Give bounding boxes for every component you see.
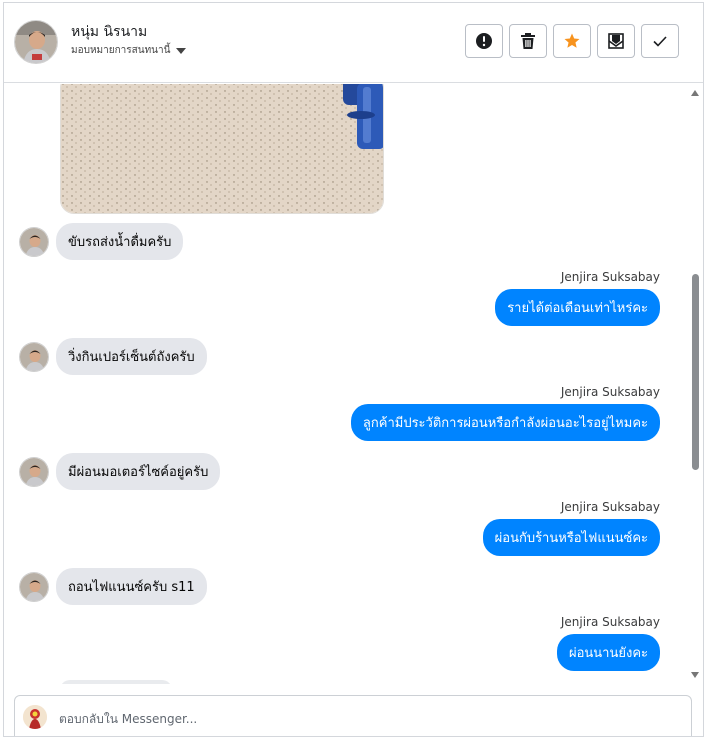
message-thread[interactable]: ขับรถส่งน้ำดื่มครับ Jenjira Suksabay ราย… bbox=[4, 84, 686, 684]
contact-avatar-small bbox=[19, 571, 49, 602]
sender-name: Jenjira Suksabay bbox=[560, 500, 660, 514]
message-bubble[interactable]: ผ่อนกับร้านหรือไฟแนนซ์คะ bbox=[482, 519, 660, 556]
scrollbar-thumb[interactable] bbox=[692, 274, 699, 470]
message-row-incoming: วิ่งกินเปอร์เซ็นต์ถังครับ bbox=[19, 338, 207, 375]
message-bubble[interactable]: ผ่อนนานยังคะ bbox=[556, 634, 660, 671]
assign-label: มอบหมายการสนทนานี้ bbox=[71, 45, 171, 56]
message-row-incoming: ขับรถส่งน้ำดื่มครับ bbox=[19, 223, 184, 260]
message-bubble[interactable]: ขับรถส่งน้ำดื่มครับ bbox=[56, 223, 184, 260]
mark-unread-button[interactable] bbox=[597, 24, 635, 58]
chevron-down-icon bbox=[176, 47, 187, 54]
reply-composer bbox=[14, 695, 692, 736]
contact-avatar-small bbox=[19, 456, 49, 487]
star-icon bbox=[564, 33, 580, 48]
assign-conversation-dropdown[interactable]: มอบหมายการสนทนานี้ bbox=[71, 43, 187, 58]
message-bubble[interactable]: วิ่งกินเปอร์เซ็นต์ถังครับ bbox=[56, 338, 207, 375]
scroll-up-icon[interactable] bbox=[691, 90, 699, 96]
page-avatar bbox=[23, 705, 47, 729]
checkmark-icon bbox=[653, 36, 667, 47]
exclamation-icon bbox=[476, 33, 492, 49]
conversation-panel: หนุ่ม นิรนาม มอบหมายการสนทนานี้ ขับรถส่ง… bbox=[3, 2, 704, 737]
star-button[interactable] bbox=[553, 24, 591, 58]
sender-name: Jenjira Suksabay bbox=[560, 615, 660, 629]
contact-name[interactable]: หนุ่ม นิรนาม bbox=[71, 21, 147, 43]
message-bubble[interactable]: รายได้ต่อเดือนเท่าไหร่คะ bbox=[495, 289, 660, 326]
conversation-header: หนุ่ม นิรนาม มอบหมายการสนทนานี้ bbox=[4, 3, 703, 83]
envelope-icon bbox=[608, 33, 624, 49]
trash-icon bbox=[521, 33, 535, 49]
delete-button[interactable] bbox=[509, 24, 547, 58]
conversation-toolbar bbox=[465, 24, 679, 58]
contact-avatar[interactable] bbox=[14, 20, 58, 64]
shared-photo[interactable] bbox=[60, 84, 384, 214]
scroll-down-icon[interactable] bbox=[691, 672, 699, 678]
sender-name: Jenjira Suksabay bbox=[560, 385, 660, 399]
message-row-incoming: ถอนไฟแนนซ์ครับ s11 bbox=[19, 568, 207, 605]
message-bubble[interactable]: ถอนไฟแนนซ์ครับ s11 bbox=[56, 568, 207, 605]
sender-name: Jenjira Suksabay bbox=[560, 270, 660, 284]
report-button[interactable] bbox=[465, 24, 503, 58]
thread-scrollbar[interactable] bbox=[687, 84, 703, 684]
contact-avatar-small bbox=[19, 226, 49, 257]
message-bubble[interactable]: มีผ่อนมอเตอร์ไซค์อยู่ครับ bbox=[56, 453, 221, 490]
reply-input[interactable] bbox=[59, 709, 619, 729]
message-bubble[interactable]: ลูกค้ามีประวัติการผ่อนหรือกำลังผ่อนอะไรอ… bbox=[350, 404, 660, 441]
contact-avatar-small bbox=[19, 341, 49, 372]
message-bubble-partial bbox=[60, 680, 172, 684]
done-button[interactable] bbox=[641, 24, 679, 58]
message-row-incoming: มีผ่อนมอเตอร์ไซค์อยู่ครับ bbox=[19, 453, 221, 490]
